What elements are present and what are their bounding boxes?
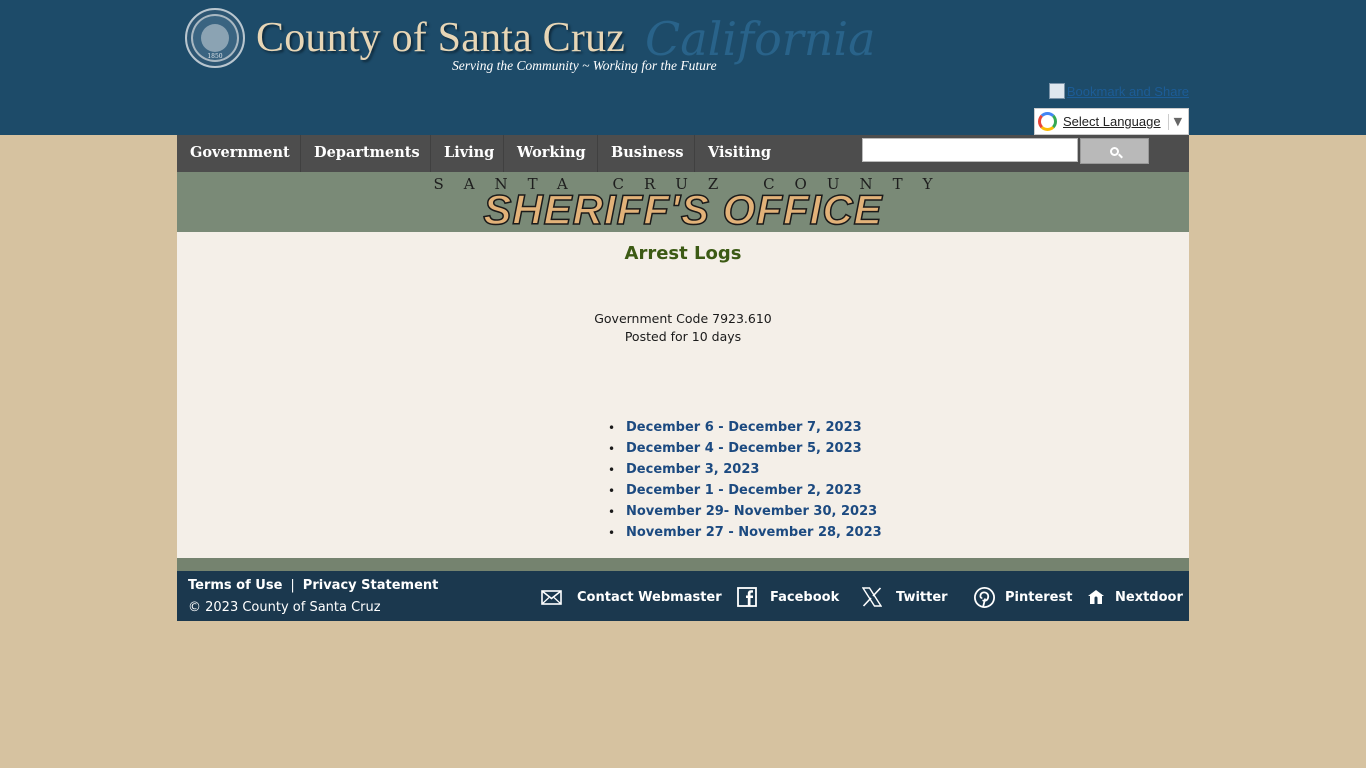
list-item: • November 27 - November 28, 2023 <box>608 522 882 543</box>
google-icon <box>1038 112 1057 131</box>
bullet: • <box>608 441 616 456</box>
arrest-log-link[interactable]: December 6 - December 7, 2023 <box>626 419 862 437</box>
page-title: Arrest Logs <box>624 243 742 264</box>
arrest-log-link[interactable]: December 4 - December 5, 2023 <box>626 440 862 458</box>
list-item: • December 3, 2023 <box>608 459 882 480</box>
nav-item-working[interactable]: Working <box>504 135 598 172</box>
broken-image-icon <box>1048 83 1065 99</box>
pinterest-icon <box>973 586 995 608</box>
nextdoor-link[interactable]: Nextdoor <box>1085 586 1183 608</box>
contact-webmaster-label: Contact Webmaster <box>577 589 722 605</box>
list-item: • December 4 - December 5, 2023 <box>608 438 882 459</box>
nav-item-business[interactable]: Business <box>598 135 695 172</box>
nav-item-visiting[interactable]: Visiting <box>695 135 785 172</box>
facebook-icon <box>736 586 758 608</box>
pinterest-label: Pinterest <box>1005 589 1073 605</box>
nav-item-government[interactable]: Government <box>177 135 301 172</box>
pinterest-link[interactable]: Pinterest <box>973 586 1072 608</box>
sheriff-banner: SANTA CRUZ COUNTY SHERIFF'S OFFICE <box>177 172 1189 234</box>
twitter-label: Twitter <box>896 589 948 605</box>
list-item: • December 6 - December 7, 2023 <box>608 417 882 438</box>
nextdoor-icon <box>1085 586 1107 608</box>
nav-item-departments[interactable]: Departments <box>301 135 431 172</box>
government-code-text: Government Code 7923.610 <box>594 311 772 326</box>
language-select-label: Select Language <box>1063 114 1161 129</box>
twitter-x-icon <box>861 586 883 608</box>
bullet: • <box>608 462 616 477</box>
search-button[interactable] <box>1080 138 1149 164</box>
contact-webmaster-link[interactable]: Contact Webmaster <box>540 586 722 608</box>
main-nav: Government Departments Living Working Bu… <box>177 135 1189 172</box>
language-select[interactable]: Select Language ▼ <box>1034 108 1189 135</box>
arrest-log-link[interactable]: November 29- November 30, 2023 <box>626 503 877 521</box>
chevron-down-icon: ▼ <box>1173 115 1183 128</box>
site-title[interactable]: County of Santa Cruz <box>256 14 625 62</box>
bullet: • <box>608 420 616 435</box>
main-content: Arrest Logs Government Code 7923.610 Pos… <box>177 232 1189 558</box>
bookmark-share-link[interactable]: Bookmark and Share <box>1048 83 1189 99</box>
bullet: • <box>608 504 616 519</box>
county-seal-logo[interactable]: 1850 <box>185 8 245 68</box>
banner-office-text: SHERIFF'S OFFICE <box>483 185 883 234</box>
bullet: • <box>608 525 616 540</box>
seal-year: 1850 <box>207 53 223 60</box>
arrest-log-list: • December 6 - December 7, 2023 • December… <box>608 417 882 543</box>
site-footer: Terms of Use | Privacy Statement © 2023 Co… <box>177 571 1189 621</box>
nextdoor-label: Nextdoor <box>1115 589 1183 605</box>
nav-item-living[interactable]: Living <box>431 135 504 172</box>
facebook-label: Facebook <box>770 589 840 605</box>
search-input[interactable] <box>862 138 1078 162</box>
arrest-log-link[interactable]: December 1 - December 2, 2023 <box>626 482 862 500</box>
mail-icon <box>540 586 562 608</box>
site-tagline: Serving the Community ~ Working for the … <box>452 58 717 73</box>
bookmark-share-label: Bookmark and Share <box>1066 83 1189 99</box>
footer-links: Terms of Use | Privacy Statement <box>188 578 438 593</box>
arrest-log-link[interactable]: November 27 - November 28, 2023 <box>626 524 882 542</box>
site-header: 1850 California County of Santa Cruz Ser… <box>0 0 1366 135</box>
posted-duration-text: Posted for 10 days <box>624 329 742 344</box>
facebook-link[interactable]: Facebook <box>736 586 839 608</box>
bullet: • <box>608 483 616 498</box>
copyright-text: © 2023 County of Santa Cruz <box>188 600 381 615</box>
divider <box>1167 113 1169 130</box>
list-item: • December 1 - December 2, 2023 <box>608 480 882 501</box>
terms-of-use-link[interactable]: Terms of Use <box>188 578 282 593</box>
twitter-link[interactable]: Twitter <box>861 586 948 608</box>
privacy-statement-link[interactable]: Privacy Statement <box>303 578 439 593</box>
search-icon <box>1110 146 1119 156</box>
list-item: • November 29- November 30, 2023 <box>608 501 882 522</box>
footer-separator: | <box>290 578 295 593</box>
footer-divider-bar <box>177 558 1189 571</box>
seal-emblem <box>201 24 229 52</box>
arrest-log-link[interactable]: December 3, 2023 <box>626 461 759 479</box>
